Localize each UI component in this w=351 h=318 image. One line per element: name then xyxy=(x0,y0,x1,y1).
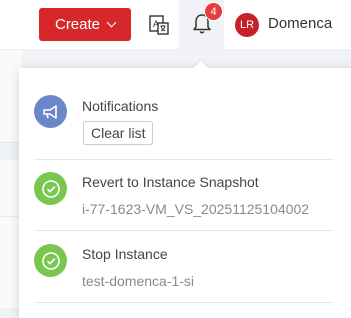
language-translate-button[interactable]: A xyxy=(146,12,172,38)
check-circle-icon xyxy=(34,244,67,277)
notification-subtitle: i-77-1623-VM_VS_20251125104002 xyxy=(82,201,310,217)
notifications-dropdown: Notifications Clear list Revert to Insta… xyxy=(19,68,351,318)
create-button[interactable]: Create xyxy=(39,8,131,41)
notification-title: Stop Instance xyxy=(82,246,168,262)
notification-title: Revert to Instance Snapshot xyxy=(82,174,259,190)
top-header: Create A 4 LR Domenca xyxy=(0,0,351,56)
user-avatar[interactable]: LR xyxy=(235,13,259,37)
megaphone-icon xyxy=(34,95,67,128)
username-label[interactable]: Domenca xyxy=(268,15,332,32)
notifications-title: Notifications xyxy=(82,98,159,114)
check-circle-icon xyxy=(34,172,67,205)
divider xyxy=(34,230,334,231)
create-button-label: Create xyxy=(54,16,101,33)
notification-subtitle: test-domenca-1-si xyxy=(82,273,195,289)
clear-list-button[interactable]: Clear list xyxy=(83,121,154,145)
divider xyxy=(34,302,334,303)
translate-icon: A xyxy=(149,15,169,35)
chevron-down-icon xyxy=(106,17,117,28)
notification-count-badge: 4 xyxy=(204,2,223,21)
divider xyxy=(34,159,334,160)
